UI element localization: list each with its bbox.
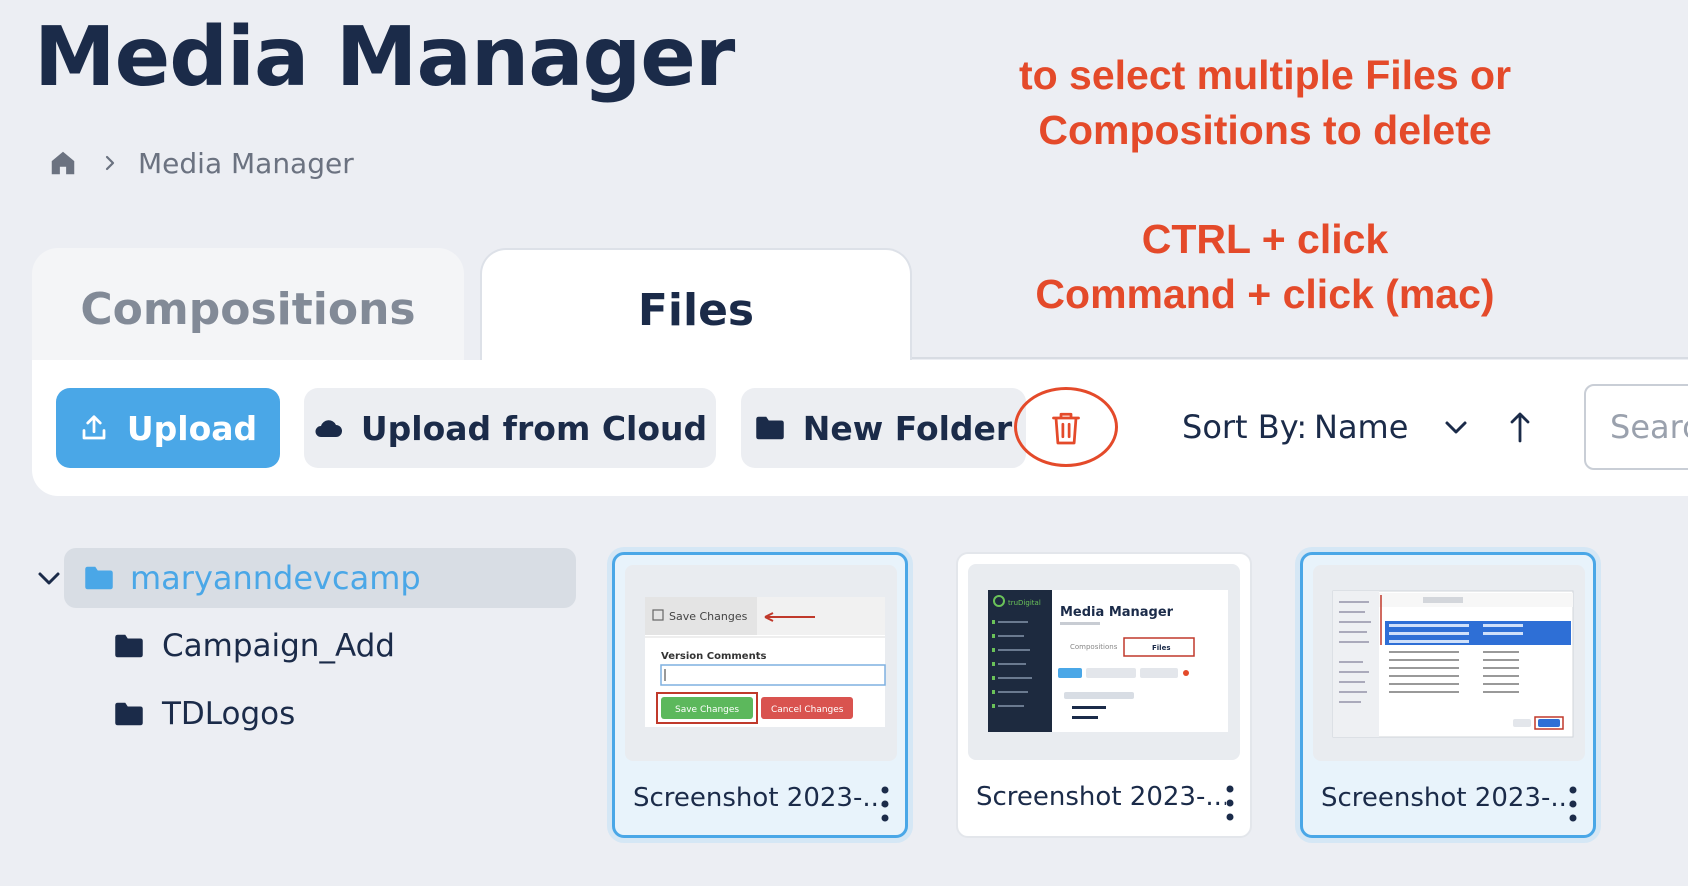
annotation-instructions: to select multiple Files or Compositions… (960, 48, 1570, 158)
page-title: Media Manager (34, 10, 735, 105)
folder-label: Campaign_Add (162, 628, 395, 664)
kebab-menu-icon[interactable] (1224, 784, 1236, 822)
thumb-text: Save Changes (669, 610, 748, 623)
new-folder-label: New Folder (802, 408, 1013, 448)
chevron-down-icon[interactable] (1442, 418, 1470, 438)
upload-label: Upload (126, 408, 258, 448)
thumb-text: truDigital (1008, 599, 1041, 607)
folder-icon (115, 634, 143, 658)
file-name: Screenshot 2023-... (633, 783, 883, 813)
file-card[interactable]: Save Changes Version Comments Save Chang… (612, 552, 908, 838)
file-card[interactable]: truDigital Media Manager Compositions Fi… (956, 552, 1252, 838)
chevron-down-icon[interactable] (36, 566, 62, 592)
folder-label: maryanndevcamp (130, 559, 421, 597)
file-thumbnail: truDigital Media Manager Compositions Fi… (968, 564, 1240, 760)
folder-icon (115, 702, 143, 726)
folder-tree-item[interactable]: TDLogos (114, 688, 295, 740)
upload-button[interactable]: Upload (56, 388, 280, 468)
thumb-text: Version Comments (661, 651, 766, 662)
thumb-text: Files (1152, 644, 1171, 652)
search-input[interactable] (1584, 384, 1688, 470)
home-icon[interactable] (48, 148, 78, 178)
file-card[interactable]: Screenshot 2023-... (1300, 552, 1596, 838)
annotation-line-3: CTRL + click (1141, 216, 1389, 262)
file-name: Screenshot 2023-... (1321, 783, 1571, 813)
file-name: Screenshot 2023-... (976, 782, 1226, 812)
folder-icon (85, 566, 113, 590)
tab-files[interactable]: Files (480, 248, 912, 360)
new-folder-button[interactable]: New Folder (741, 388, 1026, 468)
annotation-line-1: to select multiple Files or (1018, 52, 1512, 98)
thumb-text: Cancel Changes (771, 705, 844, 715)
cloud-icon (315, 420, 342, 437)
delete-button[interactable] (1048, 408, 1084, 448)
trash-icon (1052, 412, 1080, 445)
upload-from-cloud-button[interactable]: Upload from Cloud (304, 388, 716, 468)
tab-compositions[interactable]: Compositions (32, 248, 464, 360)
breadcrumb: Media Manager (48, 146, 354, 180)
upload-icon (82, 415, 106, 440)
folder-tree-root[interactable]: maryanndevcamp (64, 548, 576, 608)
folder-tree-item[interactable]: Campaign_Add (114, 620, 395, 672)
sort-select[interactable]: Name (1314, 408, 1408, 446)
folder-icon (756, 416, 784, 440)
kebab-menu-icon[interactable] (879, 785, 891, 823)
folder-label: TDLogos (162, 696, 296, 732)
sort-label: Sort By: (1182, 408, 1308, 446)
annotation-line-4: Command + click (mac) (1035, 271, 1495, 317)
kebab-menu-icon[interactable] (1567, 785, 1579, 823)
chevron-right-icon (105, 155, 115, 171)
thumb-text: Media Manager (1060, 605, 1174, 620)
upload-from-cloud-label: Upload from Cloud (360, 408, 708, 448)
annotation-line-2: Compositions to delete (1038, 107, 1492, 153)
thumb-text: Save Changes (675, 705, 739, 715)
tab-divider (912, 357, 1688, 359)
breadcrumb-current[interactable]: Media Manager (138, 147, 354, 180)
annotation-shortcuts: CTRL + click Command + click (mac) (960, 212, 1570, 322)
thumb-text: Compositions (1070, 643, 1118, 651)
file-thumbnail (1313, 565, 1585, 761)
arrow-up-icon[interactable] (1508, 410, 1532, 444)
file-thumbnail: Save Changes Version Comments Save Chang… (625, 565, 897, 761)
